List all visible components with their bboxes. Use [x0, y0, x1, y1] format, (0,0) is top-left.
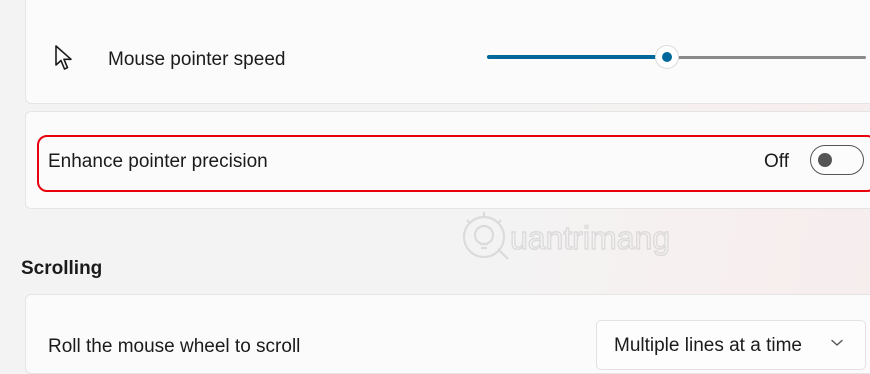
- roll-mouse-wheel-dropdown[interactable]: Multiple lines at a time: [596, 320, 866, 370]
- enhance-pointer-precision-label: Enhance pointer precision: [48, 151, 268, 172]
- dropdown-selected-value: Multiple lines at a time: [614, 335, 802, 356]
- mouse-pointer-icon: [55, 45, 72, 70]
- quantrimang-watermark: uantrimang: [462, 212, 671, 260]
- toggle-knob: [818, 153, 832, 167]
- toggle-state-label: Off: [764, 151, 789, 172]
- chevron-down-icon: [831, 339, 843, 346]
- slider-thumb[interactable]: [655, 45, 679, 69]
- slider-track-filled[interactable]: [487, 55, 667, 59]
- scrolling-heading: Scrolling: [21, 258, 103, 279]
- enhance-pointer-precision-toggle[interactable]: [810, 145, 864, 175]
- watermark-text: uantrimang: [510, 220, 670, 256]
- bulb-q-logo-icon: [462, 212, 509, 260]
- roll-mouse-wheel-label: Roll the mouse wheel to scroll: [48, 336, 301, 357]
- slider-thumb-center: [662, 52, 672, 62]
- slider-track-empty[interactable]: [667, 56, 866, 59]
- mouse-pointer-speed-label: Mouse pointer speed: [108, 49, 286, 70]
